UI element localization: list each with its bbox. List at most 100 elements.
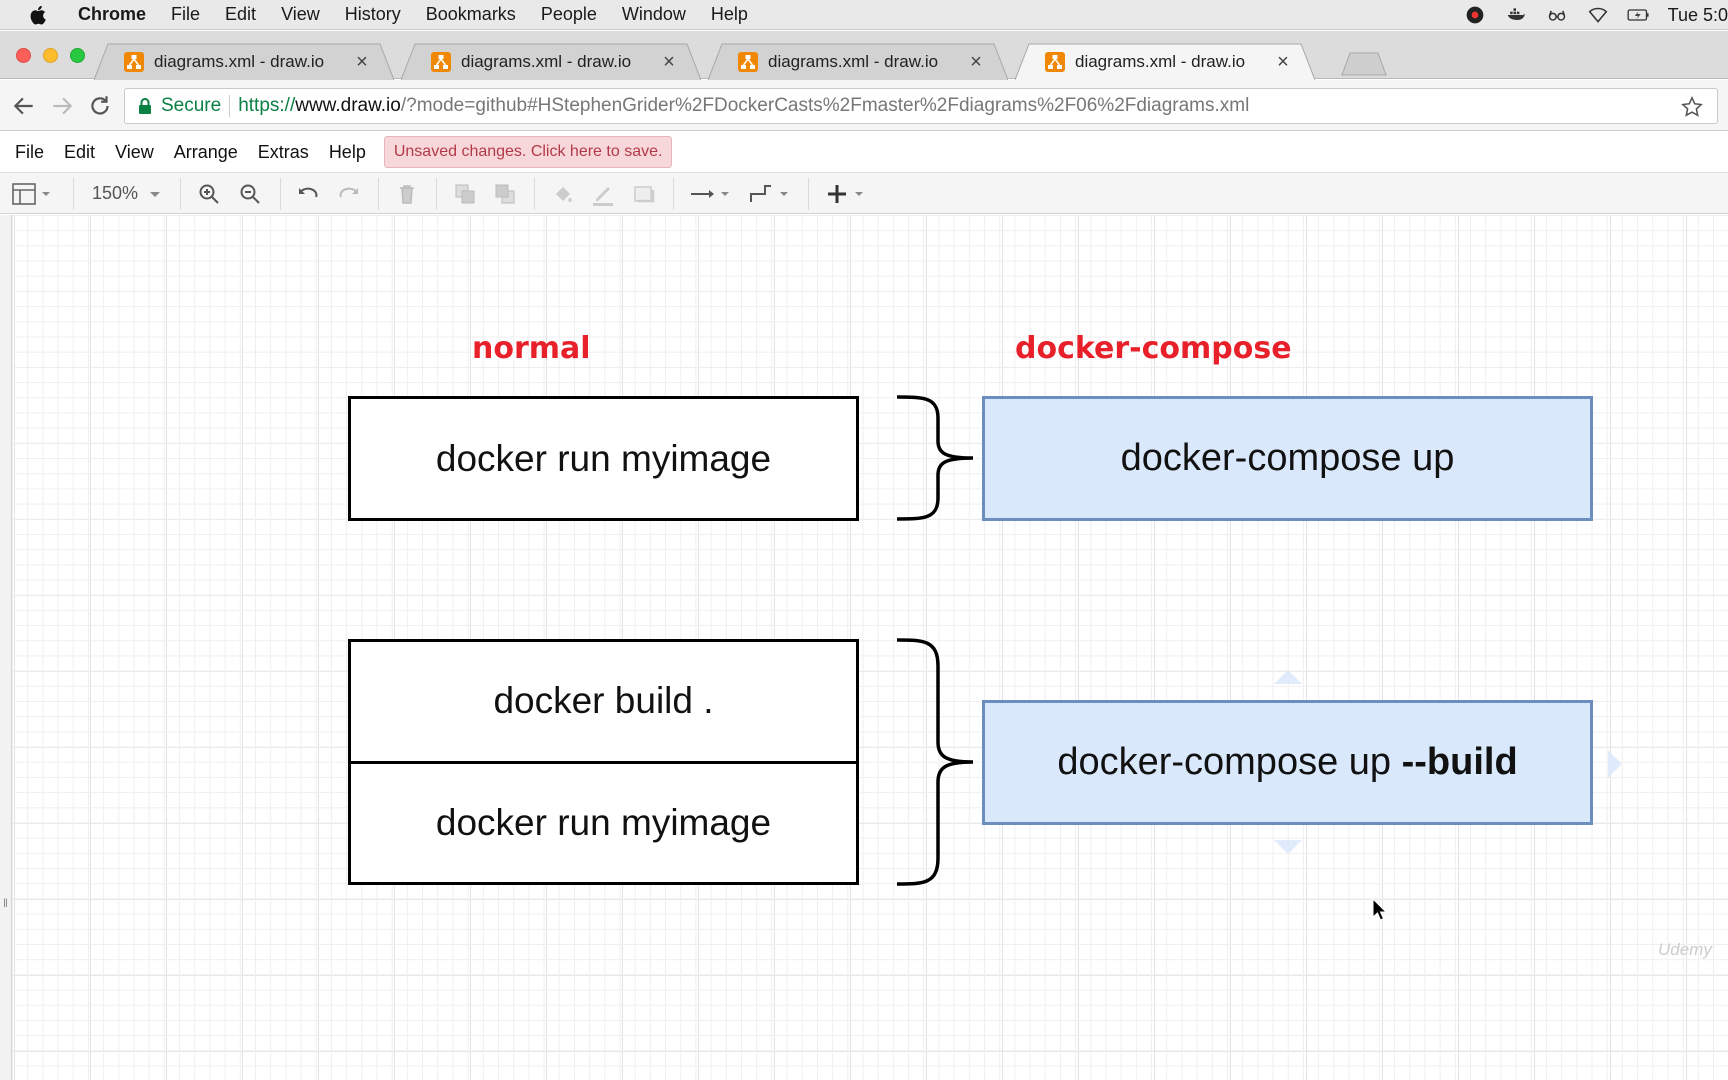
browser-tab-3[interactable]: diagrams.xml - draw.io × — [708, 43, 1008, 80]
menubar-clock[interactable]: Tue 5:0 — [1668, 5, 1728, 26]
group-build-run[interactable]: docker build . docker run myimage — [348, 639, 859, 885]
tab-title: diagrams.xml - draw.io — [461, 51, 632, 71]
forward-arrow-icon[interactable] — [49, 93, 75, 119]
macos-menu-bar: Chrome File Edit View History Bookmarks … — [0, 0, 1728, 30]
label-normal[interactable]: normal — [472, 331, 591, 366]
compose-up-build-text: docker-compose up — [1057, 741, 1402, 783]
box-docker-compose-up[interactable]: docker-compose up — [982, 396, 1593, 521]
box-docker-compose-up-build[interactable]: docker-compose up --build — [982, 700, 1593, 825]
drawio-menu-edit[interactable]: Edit — [64, 142, 95, 163]
line-color-icon[interactable] — [591, 182, 615, 206]
connect-arrow-down-icon[interactable] — [1272, 838, 1304, 856]
unsaved-changes-button[interactable]: Unsaved changes. Click here to save. — [383, 136, 673, 168]
connect-arrow-right-icon[interactable] — [1606, 748, 1624, 780]
menu-app-chrome[interactable]: Chrome — [78, 4, 146, 25]
toolbar-divider — [73, 178, 74, 210]
zoom-dropdown-caret-icon[interactable] — [148, 182, 162, 206]
tab-close-icon[interactable]: × — [354, 52, 370, 72]
undo-icon[interactable] — [296, 182, 320, 206]
build-flag-text: --build — [1401, 741, 1518, 783]
wifi-icon[interactable] — [1586, 5, 1610, 25]
toolbar-divider — [808, 178, 809, 210]
insert-plus-icon[interactable] — [825, 182, 869, 206]
drawio-favicon-icon — [1045, 51, 1065, 72]
mouse-cursor-icon — [1372, 898, 1388, 921]
toolbar-divider — [378, 178, 379, 210]
drawio-menu-help[interactable]: Help — [329, 142, 366, 163]
lock-icon — [139, 98, 151, 114]
tab-title: diagrams.xml - draw.io — [1075, 51, 1246, 71]
to-front-icon[interactable] — [453, 182, 477, 206]
tab-close-icon[interactable]: × — [1275, 52, 1291, 72]
drawio-menu-bar: File Edit View Arrange Extras Help Unsav… — [0, 132, 1728, 172]
address-bar-row: Secure https:// www.draw.io /?mode=githu… — [0, 80, 1728, 131]
glasses-icon[interactable] — [1545, 5, 1569, 25]
toolbar-divider — [436, 178, 437, 210]
battery-icon[interactable] — [1627, 5, 1651, 25]
url-field[interactable]: Secure https:// www.draw.io /?mode=githu… — [124, 88, 1718, 124]
waypoints-icon[interactable] — [748, 182, 792, 206]
menu-history[interactable]: History — [345, 4, 401, 25]
tab-title: diagrams.xml - draw.io — [768, 51, 939, 71]
menu-help[interactable]: Help — [711, 4, 748, 25]
drawio-favicon-icon — [738, 51, 758, 72]
menu-people[interactable]: People — [541, 4, 597, 25]
window-zoom-button[interactable] — [70, 48, 85, 63]
box-docker-run-myimage[interactable]: docker run myimage — [348, 396, 859, 521]
window-close-button[interactable] — [16, 48, 31, 63]
url-scheme: https:// — [238, 95, 296, 116]
drawio-favicon-icon — [431, 51, 451, 72]
drawio-menu-extras[interactable]: Extras — [258, 142, 309, 163]
tab-close-icon[interactable]: × — [968, 52, 984, 72]
fill-color-icon[interactable] — [551, 182, 575, 206]
brace-bottom[interactable] — [893, 636, 975, 888]
box-docker-run-myimage-2[interactable]: docker run myimage — [351, 764, 856, 883]
to-back-icon[interactable] — [493, 182, 517, 206]
connect-arrow-up-icon[interactable] — [1272, 668, 1304, 686]
shadow-icon[interactable] — [632, 182, 656, 206]
format-panel-toggle-icon[interactable] — [12, 182, 52, 206]
connection-style-icon[interactable] — [689, 182, 733, 206]
drawio-toolbar: 150% — [0, 172, 1728, 214]
menu-bookmarks[interactable]: Bookmarks — [426, 4, 516, 25]
redo-icon[interactable] — [337, 182, 361, 206]
window-minimize-button[interactable] — [43, 48, 58, 63]
drawio-menu-file[interactable]: File — [15, 142, 44, 163]
bookmark-star-icon[interactable] — [1681, 96, 1703, 118]
tab-title: diagrams.xml - draw.io — [154, 51, 325, 71]
back-arrow-icon[interactable] — [11, 93, 37, 119]
zoom-level-dropdown[interactable]: 150% — [92, 183, 138, 204]
diagram-canvas[interactable] — [12, 215, 1728, 1080]
browser-tab-2[interactable]: diagrams.xml - draw.io × — [401, 43, 701, 80]
udemy-watermark: Udemy — [1658, 940, 1712, 959]
docker-icon[interactable] — [1504, 5, 1528, 25]
drawio-favicon-icon — [124, 51, 144, 72]
secure-label: Secure — [161, 95, 222, 116]
gutter-handle-icon[interactable]: ‖ — [3, 896, 8, 910]
tab-close-icon[interactable]: × — [661, 52, 677, 72]
toolbar-divider — [673, 178, 674, 210]
browser-tab-1[interactable]: diagrams.xml - draw.io × — [94, 43, 394, 80]
zoom-in-icon[interactable] — [197, 182, 221, 206]
drawio-menu-arrange[interactable]: Arrange — [174, 142, 238, 163]
url-path: /?mode=github#HStephenGrider%2FDockerCas… — [400, 95, 1250, 116]
opera-icon[interactable] — [1463, 5, 1487, 25]
url-divider — [229, 95, 231, 117]
menu-view[interactable]: View — [281, 4, 320, 25]
menu-file[interactable]: File — [171, 4, 200, 25]
new-tab-button[interactable] — [1340, 52, 1388, 76]
menu-edit[interactable]: Edit — [225, 4, 256, 25]
drawio-menu-view[interactable]: View — [115, 142, 154, 163]
sidebar-collapsed-gutter[interactable]: ‖ — [0, 215, 12, 1080]
toolbar-divider — [180, 178, 181, 210]
delete-icon[interactable] — [395, 182, 419, 206]
reload-icon[interactable] — [87, 93, 113, 119]
box-docker-build[interactable]: docker build . — [351, 642, 856, 764]
toolbar-divider — [280, 178, 281, 210]
apple-icon[interactable] — [28, 4, 50, 26]
label-docker-compose[interactable]: docker-compose — [1015, 331, 1292, 366]
zoom-out-icon[interactable] — [238, 182, 262, 206]
browser-tab-4-active[interactable]: diagrams.xml - draw.io × — [1015, 43, 1315, 80]
menu-window[interactable]: Window — [622, 4, 686, 25]
brace-top[interactable] — [893, 393, 975, 523]
